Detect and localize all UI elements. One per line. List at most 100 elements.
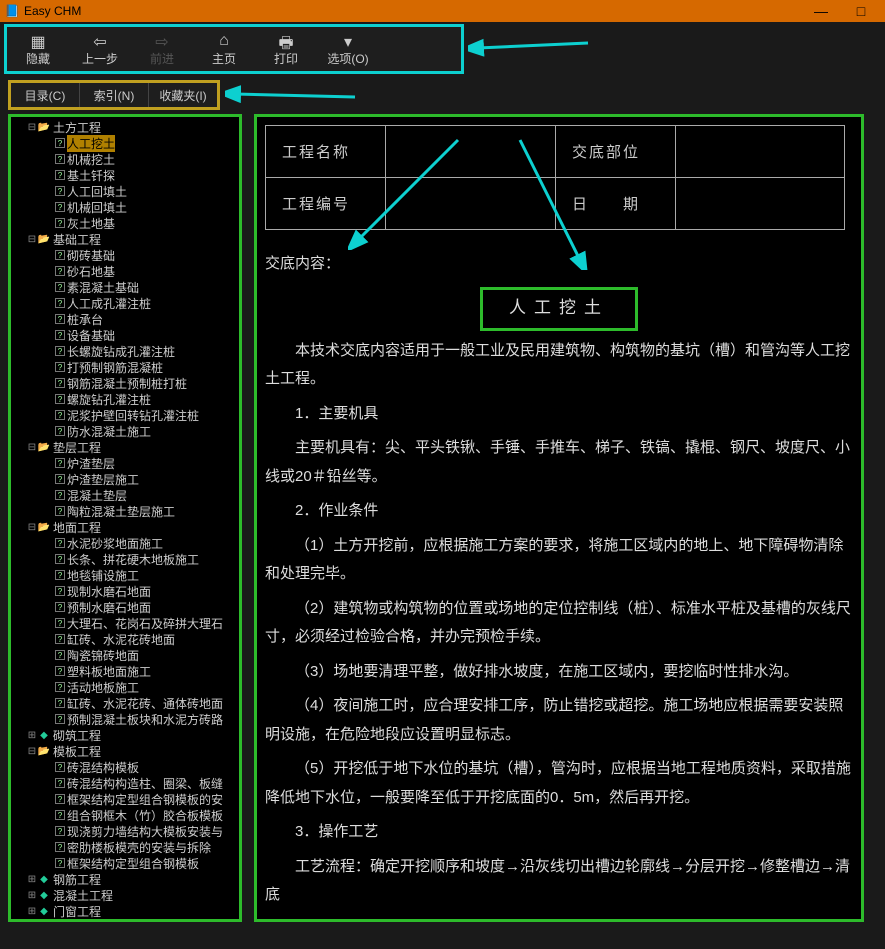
tree-topic[interactable]: ?人工挖土 [13, 135, 237, 151]
tree-label: 活动地板施工 [67, 679, 139, 696]
tree-topic[interactable]: ?砖混结构构造柱、圈梁、板缝 [13, 775, 237, 791]
tree-topic[interactable]: ?人工成孔灌注桩 [13, 295, 237, 311]
tree-label: 缸砖、水泥花砖、通体砖地面 [67, 695, 223, 712]
help-page-icon: ? [55, 666, 65, 676]
toolbar-home-button[interactable]: ⌂主页 [193, 27, 255, 71]
tree-topic[interactable]: ?机械挖土 [13, 151, 237, 167]
expand-toggle-icon[interactable]: ⊞ [27, 890, 37, 901]
tree-topic[interactable]: ?陶粒混凝土垫层施工 [13, 503, 237, 519]
folder-open-icon: 📂 [37, 233, 51, 245]
info-table: 工程名称 交底部位 工程编号 日 期 [265, 125, 845, 230]
tree-topic[interactable]: ?混凝土垫层 [13, 487, 237, 503]
tree-topic[interactable]: ?砖混结构模板 [13, 759, 237, 775]
tab-contents[interactable]: 目录(C) [11, 83, 80, 107]
tree-topic[interactable]: ?陶瓷锦砖地面 [13, 647, 237, 663]
help-page-icon: ? [55, 218, 65, 228]
maximize-button[interactable]: □ [841, 3, 881, 19]
tree-topic[interactable]: ?预制水磨石地面 [13, 599, 237, 615]
tree-folder[interactable]: ⊞◆砌筑工程 [13, 727, 237, 743]
intro-label: 交底内容： [265, 250, 853, 279]
tab-favorites[interactable]: 收藏夹(I) [149, 83, 217, 107]
tree-topic[interactable]: ?缸砖、水泥花砖地面 [13, 631, 237, 647]
tree-topic[interactable]: ?塑料板地面施工 [13, 663, 237, 679]
tree-topic[interactable]: ?预制混凝土板块和水泥方砖路 [13, 711, 237, 727]
expand-toggle-icon[interactable]: ⊟ [27, 234, 37, 245]
toolbar-options-button[interactable]: ▾选项(O) [317, 27, 379, 71]
tree-label: 打预制钢筋混凝桩 [67, 359, 163, 376]
tree-topic[interactable]: ?砂石地基 [13, 263, 237, 279]
tree-label: 垫层工程 [53, 439, 101, 456]
tree-folder[interactable]: ⊞◆混凝土工程 [13, 887, 237, 903]
tree-folder[interactable]: ⊟📂垫层工程 [13, 439, 237, 455]
tree-topic[interactable]: ?打预制钢筋混凝桩 [13, 359, 237, 375]
tree-topic[interactable]: ?机械回填土 [13, 199, 237, 215]
tree-topic[interactable]: ?缸砖、水泥花砖、通体砖地面 [13, 695, 237, 711]
tree-topic[interactable]: ?活动地板施工 [13, 679, 237, 695]
expand-toggle-icon[interactable]: ⊟ [27, 122, 37, 133]
tree-label: 砌砖基础 [67, 247, 115, 264]
tree-label: 炉渣垫层 [67, 455, 115, 472]
toolbar-print-button[interactable]: 🖶打印 [255, 27, 317, 71]
tree-topic[interactable]: ?泥浆护壁回转钻孔灌注桩 [13, 407, 237, 423]
expand-toggle-icon[interactable]: ⊟ [27, 522, 37, 533]
tree-folder[interactable]: ⊟📂模板工程 [13, 743, 237, 759]
para: （4）夜间施工时，应合理安排工序，防止错挖或超挖。施工场地应根据需要安装照明设施… [265, 692, 853, 749]
tree-view[interactable]: ⊟📂土方工程?人工挖土?机械挖土?基土钎探?人工回填土?机械回填土?灰土地基⊟📂… [8, 114, 242, 922]
book-closed-icon: ◆ [37, 889, 51, 901]
help-page-icon: ? [55, 714, 65, 724]
tree-topic[interactable]: ?基土钎探 [13, 167, 237, 183]
tree-folder[interactable]: ⊟📂基础工程 [13, 231, 237, 247]
tree-topic[interactable]: ?现制水磨石地面 [13, 583, 237, 599]
tree-topic[interactable]: ?素混凝土基础 [13, 279, 237, 295]
expand-toggle-icon[interactable]: ⊞ [27, 922, 37, 923]
cell-date-label: 日 期 [556, 178, 676, 230]
toolbar-forward-button: ⇨前进 [131, 27, 193, 71]
tree-topic[interactable]: ?现浇剪力墙结构大模板安装与 [13, 823, 237, 839]
tree-topic[interactable]: ?设备基础 [13, 327, 237, 343]
tree-topic[interactable]: ?水泥砂浆地面施工 [13, 535, 237, 551]
expand-toggle-icon[interactable]: ⊟ [27, 442, 37, 453]
tree-topic[interactable]: ?桩承台 [13, 311, 237, 327]
help-page-icon: ? [55, 138, 65, 148]
tree-topic[interactable]: ?砌砖基础 [13, 247, 237, 263]
tree-folder[interactable]: ⊞◆装饰工程 [13, 919, 237, 922]
title-bar: 📘 Easy CHM — □ [0, 0, 885, 22]
toolbar-back-button[interactable]: ⇦上一步 [69, 27, 131, 71]
tree-folder[interactable]: ⊞◆门窗工程 [13, 903, 237, 919]
tree-topic[interactable]: ?长螺旋钻成孔灌注桩 [13, 343, 237, 359]
book-closed-icon: ◆ [37, 905, 51, 917]
minimize-button[interactable]: — [801, 3, 841, 19]
help-page-icon: ? [55, 826, 65, 836]
toolbar-icon: 🖶 [278, 32, 293, 50]
tree-topic[interactable]: ?人工回填土 [13, 183, 237, 199]
tree-topic[interactable]: ?密肋楼板模壳的安装与拆除 [13, 839, 237, 855]
tree-topic[interactable]: ?地毯铺设施工 [13, 567, 237, 583]
tree-topic[interactable]: ?防水混凝土施工 [13, 423, 237, 439]
tree-label: 灰土地基 [67, 215, 115, 232]
tree-topic[interactable]: ?灰土地基 [13, 215, 237, 231]
tab-index[interactable]: 索引(N) [80, 83, 149, 107]
expand-toggle-icon[interactable]: ⊟ [27, 746, 37, 757]
tree-label: 框架结构定型组合钢模板的安 [67, 791, 223, 808]
tree-topic[interactable]: ?长条、拼花硬木地板施工 [13, 551, 237, 567]
toolbar-hide-button[interactable]: ▦隐藏 [7, 27, 69, 71]
tree-topic[interactable]: ?组合钢框木（竹）胶合板模板 [13, 807, 237, 823]
tree-topic[interactable]: ?框架结构定型组合钢模板的安 [13, 791, 237, 807]
tree-folder[interactable]: ⊟📂土方工程 [13, 119, 237, 135]
cell-location-value [676, 126, 845, 178]
help-page-icon: ? [55, 266, 65, 276]
tree-folder[interactable]: ⊞◆钢筋工程 [13, 871, 237, 887]
expand-toggle-icon[interactable]: ⊞ [27, 730, 37, 741]
tree-topic[interactable]: ?螺旋钻孔灌注桩 [13, 391, 237, 407]
expand-toggle-icon[interactable]: ⊞ [27, 906, 37, 917]
toolbar-icon: ⇦ [93, 32, 106, 50]
tree-topic[interactable]: ?炉渣垫层施工 [13, 471, 237, 487]
help-page-icon: ? [55, 570, 65, 580]
tree-topic[interactable]: ?大理石、花岗石及碎拼大理石 [13, 615, 237, 631]
tree-topic[interactable]: ?钢筋混凝土预制桩打桩 [13, 375, 237, 391]
expand-toggle-icon[interactable]: ⊞ [27, 874, 37, 885]
tree-label: 框架结构定型组合钢模板 [67, 855, 199, 872]
tree-topic[interactable]: ?框架结构定型组合钢模板 [13, 855, 237, 871]
tree-folder[interactable]: ⊟📂地面工程 [13, 519, 237, 535]
tree-topic[interactable]: ?炉渣垫层 [13, 455, 237, 471]
